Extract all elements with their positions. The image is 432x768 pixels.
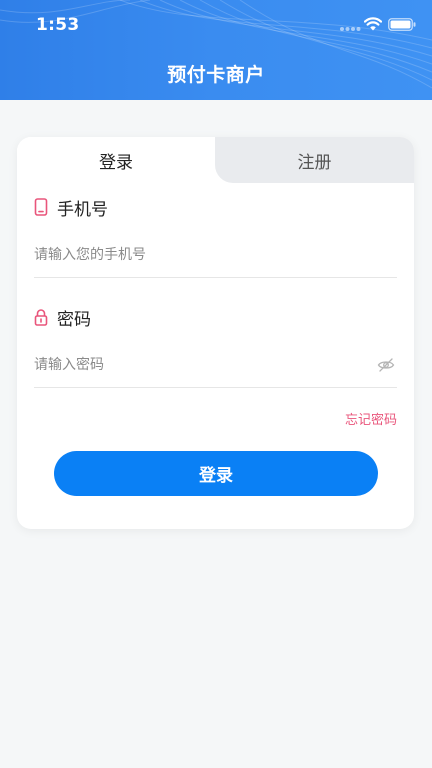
password-label: 密码: [57, 309, 91, 330]
wifi-icon: [364, 17, 382, 31]
tab-bar: 登录 注册: [17, 137, 414, 183]
cellular-signal-icon: [340, 27, 361, 31]
login-card: 登录 注册 手机号 密码 忘记密码 登录: [17, 137, 414, 529]
lock-icon: [34, 309, 48, 326]
phone-input[interactable]: [34, 235, 364, 275]
page-title: 预付卡商户: [167, 64, 265, 86]
status-bar: 1:53: [0, 0, 432, 52]
phone-icon: [34, 198, 48, 216]
status-time: 1:53: [36, 15, 80, 35]
phone-label-row: 手机号: [34, 195, 108, 220]
phone-input-wrapper: [34, 235, 397, 278]
login-button[interactable]: 登录: [54, 451, 378, 496]
battery-icon: [388, 18, 416, 31]
tab-register[interactable]: 注册: [215, 137, 414, 183]
forgot-password-link[interactable]: 忘记密码: [345, 409, 397, 428]
password-label-row: 密码: [34, 305, 91, 330]
password-input-wrapper: [34, 345, 397, 388]
password-input[interactable]: [34, 345, 364, 385]
phone-label: 手机号: [57, 199, 108, 220]
eye-hidden-icon[interactable]: [377, 357, 395, 373]
header-bar: 1:53 预付卡商户: [0, 0, 432, 100]
tab-login[interactable]: 登录: [17, 137, 215, 183]
